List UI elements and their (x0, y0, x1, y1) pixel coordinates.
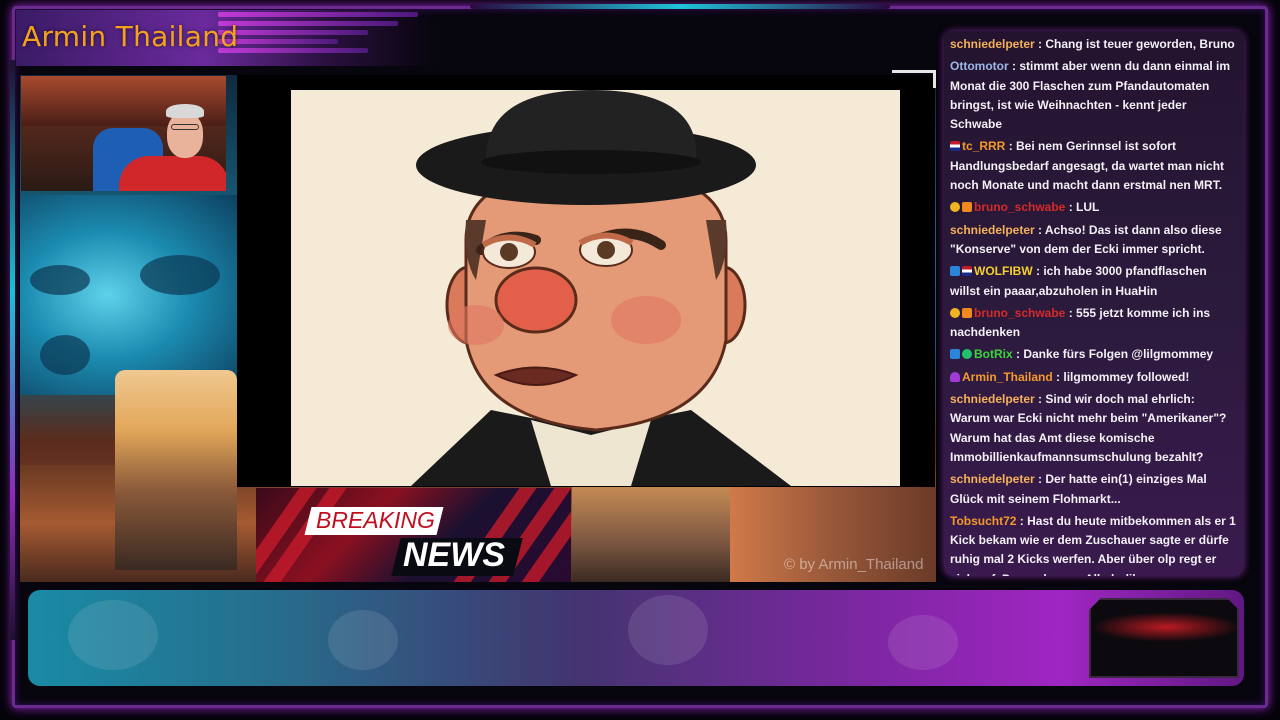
webcam-feed (21, 76, 226, 191)
breaking-news-banner: BREAKING NEWS (256, 488, 571, 582)
studio-desk (115, 370, 237, 570)
chat-username[interactable]: schniedelpeter (950, 392, 1035, 406)
flag-badge-icon (962, 266, 972, 277)
chat-username[interactable]: bruno_schwabe (974, 200, 1065, 214)
orange-badge-icon (962, 307, 972, 318)
cartoon-man-illustration (411, 90, 791, 486)
chat-username[interactable]: WOLFIBW (974, 264, 1033, 278)
chat-message: schniedelpeter : Sind wir doch mal ehrli… (944, 390, 1244, 467)
watermark: © by Armin_Thailand (784, 556, 924, 573)
chat-message: Ottomotor : stimmt aber wenn du dann ein… (944, 57, 1244, 134)
purple-badge-icon (950, 371, 960, 382)
video-corner-accent (892, 70, 936, 88)
chat-username[interactable]: schniedelpeter (950, 223, 1035, 237)
chat-message: bruno_schwabe : 555 jetzt komme ich ins … (944, 304, 1244, 343)
news-label: NEWS (403, 536, 505, 574)
chat-username[interactable]: BotRix (974, 347, 1013, 361)
chat-message: Tobsucht72 : Hast du heute mitbekommen a… (944, 512, 1244, 576)
chat-panel[interactable]: schniedelpeter : Chang ist teuer geworde… (944, 31, 1244, 576)
chat-message: Armin_Thailand : lilgmommey followed! (944, 368, 1244, 387)
chat-username[interactable]: schniedelpeter (950, 37, 1035, 51)
chat-message: tc_RRR : Bei nem Gerinnsel ist sofort Ha… (944, 137, 1244, 195)
chat-username[interactable]: tc_RRR (962, 139, 1005, 153)
chat-username[interactable]: schniedelpeter (950, 472, 1035, 486)
frame-accent-left (10, 60, 15, 640)
chat-message: BotRix : Danke fürs Folgen @lilgmommey (944, 345, 1244, 364)
blue-badge-icon (950, 349, 960, 360)
chat-text: : lilgmommey followed! (1056, 369, 1190, 384)
world-map-screen (20, 195, 238, 395)
chat-message: schniedelpeter : Der hatte ein(1) einzig… (944, 470, 1244, 509)
yellow-badge-icon (950, 202, 960, 213)
chat-username[interactable]: Ottomotor (950, 59, 1009, 73)
yellow-badge-icon (950, 307, 960, 318)
orange-badge-icon (962, 202, 972, 213)
chat-text: : LUL (1068, 200, 1100, 215)
chat-username[interactable]: bruno_schwabe (974, 306, 1065, 320)
mini-camera-feed (1089, 598, 1239, 678)
studio-column (572, 487, 730, 582)
chat-message: schniedelpeter : Achso! Das ist dann als… (944, 221, 1244, 260)
bottom-ticker-bar (28, 590, 1244, 686)
main-video (291, 90, 900, 486)
channel-title: Armin Thailand (22, 20, 239, 53)
title-stripes (218, 12, 438, 62)
flag-badge-icon (950, 141, 960, 152)
chat-message: bruno_schwabe : LUL (944, 198, 1244, 217)
breaking-label: BREAKING (316, 507, 435, 533)
frame-accent-top (470, 4, 890, 9)
chat-text: : Chang ist teuer geworden, Bruno (1038, 37, 1235, 51)
chat-message-list: schniedelpeter : Chang ist teuer geworde… (944, 31, 1244, 576)
chat-username[interactable]: Armin_Thailand (962, 370, 1053, 384)
chat-message: schniedelpeter : Chang ist teuer geworde… (944, 35, 1244, 54)
green-badge-icon (962, 349, 972, 360)
chat-username[interactable]: Tobsucht72 (950, 514, 1016, 528)
blue-badge-icon (950, 266, 960, 277)
chat-text: : Danke fürs Folgen @lilgmommey (1016, 347, 1214, 362)
chat-message: WOLFIBW : ich habe 3000 pfandflaschen wi… (944, 262, 1244, 301)
